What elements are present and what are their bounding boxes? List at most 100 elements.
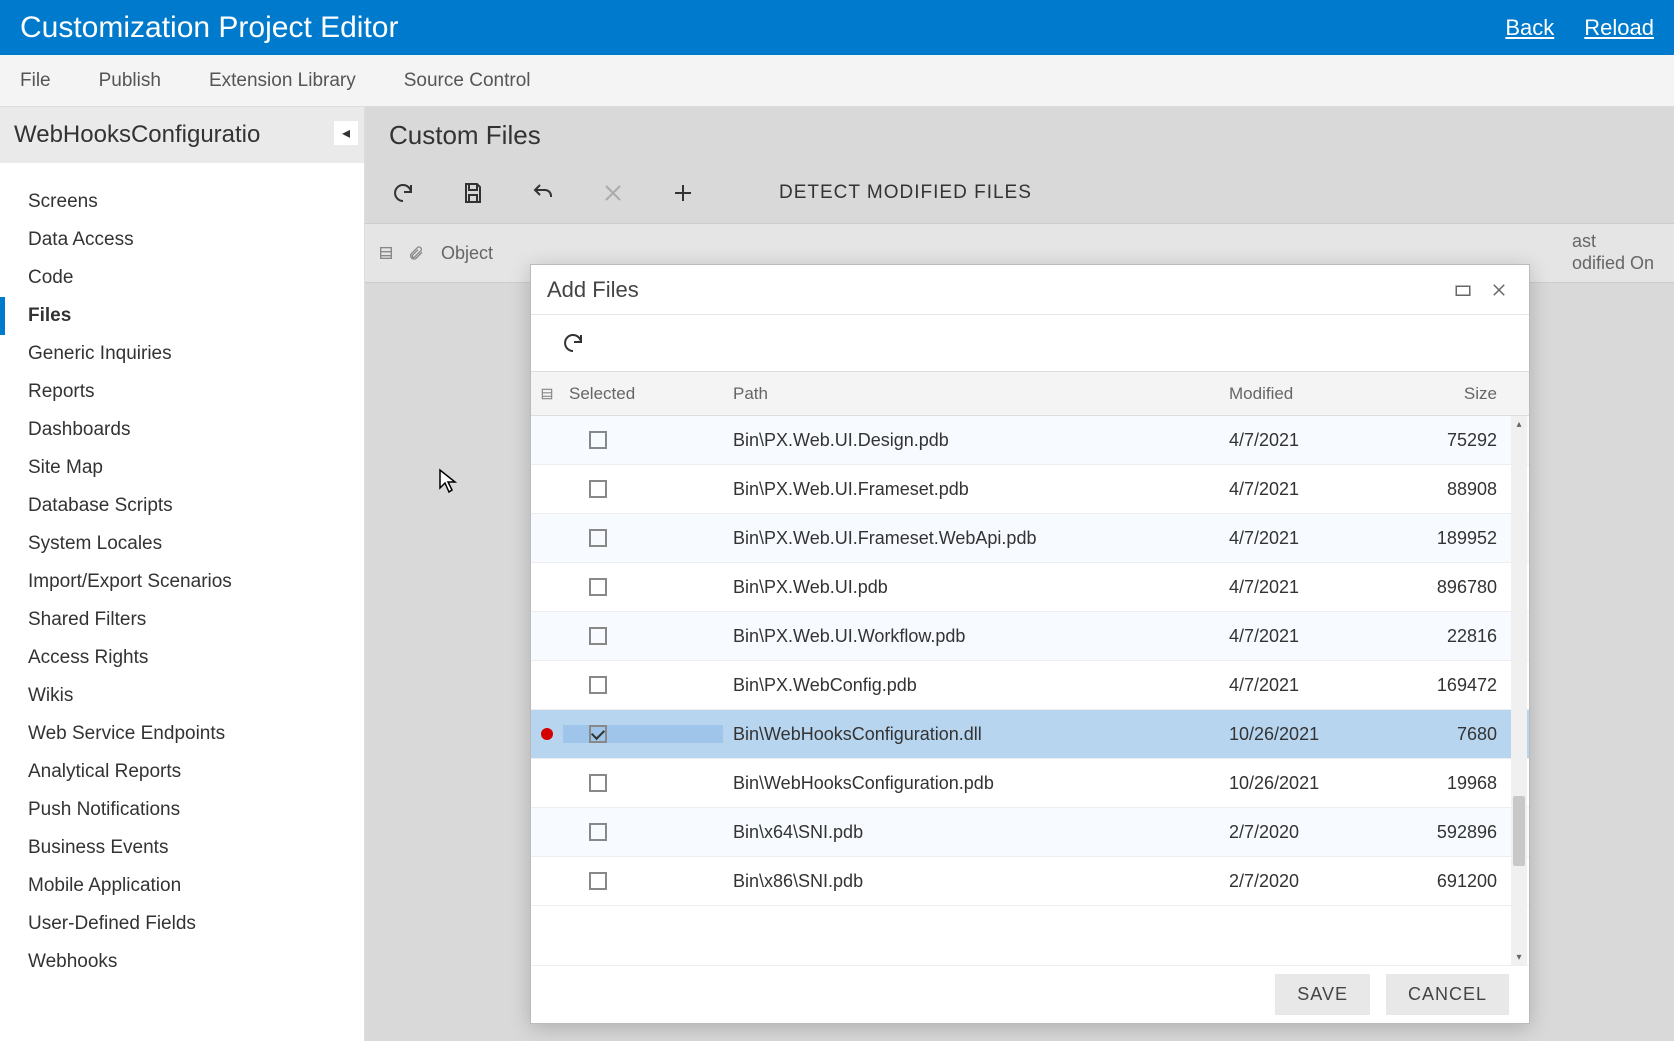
scrollbar[interactable]: ▴ ▾	[1511, 416, 1527, 965]
row-select-cell	[563, 529, 723, 547]
table-row[interactable]: Bin\PX.Web.UI.Frameset.pdb4/7/202188908	[531, 465, 1529, 514]
sidebar-item-site-map[interactable]: Site Map	[0, 449, 364, 487]
menu-file[interactable]: File	[20, 70, 51, 92]
sidebar-item-files[interactable]: Files	[0, 297, 364, 335]
sidebar-item-data-access[interactable]: Data Access	[0, 221, 364, 259]
row-checkbox[interactable]	[589, 676, 607, 694]
close-dialog-icon[interactable]	[1485, 276, 1513, 304]
row-modified: 10/26/2021	[1229, 773, 1389, 794]
row-path: Bin\PX.Web.UI.Workflow.pdb	[723, 626, 1229, 647]
row-dirty-indicator	[531, 728, 563, 740]
cancel-button[interactable]: CANCEL	[1386, 974, 1509, 1015]
row-size: 19968	[1389, 773, 1509, 794]
page-title: Custom Files	[365, 107, 1674, 163]
row-checkbox[interactable]	[589, 872, 607, 890]
sidebar-item-database-scripts[interactable]: Database Scripts	[0, 487, 364, 525]
row-checkbox[interactable]	[589, 480, 607, 498]
row-checkbox[interactable]	[589, 823, 607, 841]
undo-icon[interactable]	[529, 179, 557, 207]
detect-modified-button[interactable]: DETECT MODIFIED FILES	[779, 182, 1032, 204]
row-checkbox[interactable]	[589, 627, 607, 645]
attachment-icon[interactable]	[407, 244, 425, 262]
scroll-up-icon[interactable]: ▴	[1511, 416, 1527, 432]
sidebar-item-analytical-reports[interactable]: Analytical Reports	[0, 753, 364, 791]
sidebar-item-dashboards[interactable]: Dashboards	[0, 411, 364, 449]
row-modified: 10/26/2021	[1229, 724, 1389, 745]
sidebar-item-access-rights[interactable]: Access Rights	[0, 639, 364, 677]
col-selected[interactable]: Selected	[563, 384, 723, 404]
sidebar-item-code[interactable]: Code	[0, 259, 364, 297]
dialog-rows: Bin\PX.Web.UI.Design.pdb4/7/202175292Bin…	[531, 416, 1529, 965]
close-icon[interactable]	[599, 179, 627, 207]
menu-extension[interactable]: Extension Library	[209, 70, 356, 92]
sidebar-item-import-export-scenarios[interactable]: Import/Export Scenarios	[0, 563, 364, 601]
add-icon[interactable]	[669, 179, 697, 207]
sidebar-item-web-service-endpoints[interactable]: Web Service Endpoints	[0, 715, 364, 753]
sidebar-item-webhooks[interactable]: Webhooks	[0, 943, 364, 981]
row-path: Bin\PX.Web.UI.pdb	[723, 577, 1229, 598]
row-modified: 4/7/2021	[1229, 577, 1389, 598]
row-path: Bin\x86\SNI.pdb	[723, 871, 1229, 892]
dialog-title: Add Files	[547, 277, 1441, 303]
table-row[interactable]: Bin\WebHooksConfiguration.dll10/26/20217…	[531, 710, 1529, 759]
table-row[interactable]: Bin\x86\SNI.pdb2/7/2020691200	[531, 857, 1529, 906]
dialog-toolbar	[531, 315, 1529, 371]
table-row[interactable]: Bin\x64\SNI.pdb2/7/2020592896	[531, 808, 1529, 857]
sidebar-item-screens[interactable]: Screens	[0, 183, 364, 221]
scroll-thumb[interactable]	[1513, 796, 1525, 866]
app-header: Customization Project Editor Back Reload	[0, 0, 1674, 55]
sidebar-item-wikis[interactable]: Wikis	[0, 677, 364, 715]
menu-publish[interactable]: Publish	[99, 70, 161, 92]
collapse-sidebar-icon[interactable]: ◂	[334, 121, 358, 145]
col-size[interactable]: Size	[1389, 384, 1509, 404]
dialog-refresh-icon[interactable]	[559, 329, 587, 357]
col-modified[interactable]: Modified	[1229, 384, 1389, 404]
grid-config-icon[interactable]	[377, 244, 395, 262]
table-row[interactable]: Bin\PX.Web.UI.pdb4/7/2021896780	[531, 563, 1529, 612]
save-button[interactable]: SAVE	[1275, 974, 1370, 1015]
table-row[interactable]: Bin\PX.Web.UI.Workflow.pdb4/7/202122816	[531, 612, 1529, 661]
col-path[interactable]: Path	[723, 384, 1229, 404]
dialog-grid: Selected Path Modified Size Bin\PX.Web.U…	[531, 371, 1529, 965]
row-path: Bin\PX.WebConfig.pdb	[723, 675, 1229, 696]
row-checkbox[interactable]	[589, 431, 607, 449]
row-size: 22816	[1389, 626, 1509, 647]
sidebar-item-mobile-application[interactable]: Mobile Application	[0, 867, 364, 905]
back-link[interactable]: Back	[1505, 15, 1554, 41]
sidebar-item-system-locales[interactable]: System Locales	[0, 525, 364, 563]
refresh-icon[interactable]	[389, 179, 417, 207]
row-select-cell	[563, 725, 723, 743]
menu-bar: File Publish Extension Library Source Co…	[0, 55, 1674, 107]
row-modified: 4/7/2021	[1229, 430, 1389, 451]
row-checkbox[interactable]	[589, 774, 607, 792]
row-select-cell	[563, 627, 723, 645]
save-icon[interactable]	[459, 179, 487, 207]
row-modified: 2/7/2020	[1229, 871, 1389, 892]
reload-link[interactable]: Reload	[1584, 15, 1654, 41]
sidebar-item-shared-filters[interactable]: Shared Filters	[0, 601, 364, 639]
sidebar-header: WebHooksConfiguratio ◂	[0, 107, 364, 163]
row-modified: 4/7/2021	[1229, 528, 1389, 549]
table-row[interactable]: Bin\PX.Web.UI.Design.pdb4/7/202175292	[531, 416, 1529, 465]
row-modified: 2/7/2020	[1229, 822, 1389, 843]
row-path: Bin\PX.Web.UI.Frameset.WebApi.pdb	[723, 528, 1229, 549]
scroll-down-icon[interactable]: ▾	[1511, 949, 1527, 965]
row-select-cell	[563, 480, 723, 498]
row-checkbox[interactable]	[589, 578, 607, 596]
sidebar-item-reports[interactable]: Reports	[0, 373, 364, 411]
row-checkbox[interactable]	[589, 725, 607, 743]
sidebar-item-generic-inquiries[interactable]: Generic Inquiries	[0, 335, 364, 373]
col-handle[interactable]	[531, 387, 563, 401]
table-row[interactable]: Bin\PX.WebConfig.pdb4/7/2021169472	[531, 661, 1529, 710]
toolbar: DETECT MODIFIED FILES	[365, 163, 1674, 223]
header-links: Back Reload	[1505, 15, 1654, 41]
row-checkbox[interactable]	[589, 529, 607, 547]
table-row[interactable]: Bin\PX.Web.UI.Frameset.WebApi.pdb4/7/202…	[531, 514, 1529, 563]
sidebar-item-user-defined-fields[interactable]: User-Defined Fields	[0, 905, 364, 943]
maximize-icon[interactable]	[1449, 276, 1477, 304]
menu-source[interactable]: Source Control	[404, 70, 531, 92]
table-row[interactable]: Bin\WebHooksConfiguration.pdb10/26/20211…	[531, 759, 1529, 808]
sidebar-item-business-events[interactable]: Business Events	[0, 829, 364, 867]
sidebar-item-push-notifications[interactable]: Push Notifications	[0, 791, 364, 829]
row-path: Bin\WebHooksConfiguration.dll	[723, 724, 1229, 745]
